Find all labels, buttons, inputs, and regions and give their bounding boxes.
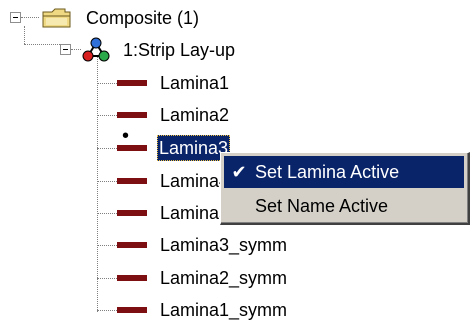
lamina-bar-icon <box>117 112 147 118</box>
tree-item-lamina[interactable]: Lamina5 <box>160 200 229 226</box>
tree-connector <box>97 83 117 84</box>
tree-item-lamina[interactable]: Lamina1_symm <box>160 297 287 323</box>
menu-item-set-name-active[interactable]: Set Name Active <box>224 190 464 222</box>
layup-collapse-button[interactable] <box>60 44 71 55</box>
checkmark-icon: ✔ <box>231 162 247 182</box>
context-menu: ✔ Set Lamina Active Set Name Active <box>220 152 470 225</box>
tree-connector <box>24 44 62 45</box>
lamina-bar-icon <box>117 242 147 248</box>
layup-molecule-icon <box>82 37 110 63</box>
folder-icon <box>41 7 73 29</box>
menu-item-set-lamina-active[interactable]: ✔ Set Lamina Active <box>224 156 464 188</box>
tree-item-lamina[interactable]: Lamina4 <box>160 168 229 194</box>
root-collapse-button[interactable] <box>10 12 21 23</box>
lamina-bar-icon <box>117 178 147 184</box>
active-dot-icon: • <box>122 125 130 147</box>
tree-item-lamina[interactable]: Lamina2_symm <box>160 265 287 291</box>
menu-item-label: Set Name Active <box>255 196 389 216</box>
tree-connector <box>21 17 39 18</box>
tree-connector <box>97 245 117 246</box>
lamina-bar-icon <box>117 307 147 313</box>
tree-connector <box>24 26 25 44</box>
lamina-bar-icon <box>117 80 147 86</box>
tree-connector <box>97 115 117 116</box>
tree-connector <box>97 181 117 182</box>
tree-item-lamina[interactable]: Lamina2 <box>160 102 229 128</box>
tree-connector <box>97 148 117 149</box>
lamina-bar-icon <box>117 275 147 281</box>
tree-connector <box>71 49 81 50</box>
tree-connector <box>97 213 117 214</box>
menu-item-label: Set Lamina Active <box>255 162 400 182</box>
lamina-bar-icon <box>117 145 147 151</box>
tree-item-lamina[interactable]: Lamina3_symm <box>160 232 287 258</box>
tree-connector <box>97 278 117 279</box>
tree-connector <box>97 310 117 311</box>
lamina-bar-icon <box>117 210 147 216</box>
tree-item-lamina[interactable]: Lamina1 <box>160 70 229 96</box>
tree-item-layup[interactable]: 1:Strip Lay-up <box>123 37 235 63</box>
tree-item-composite[interactable]: Composite (1) <box>86 5 199 31</box>
tree-connector <box>97 56 98 312</box>
